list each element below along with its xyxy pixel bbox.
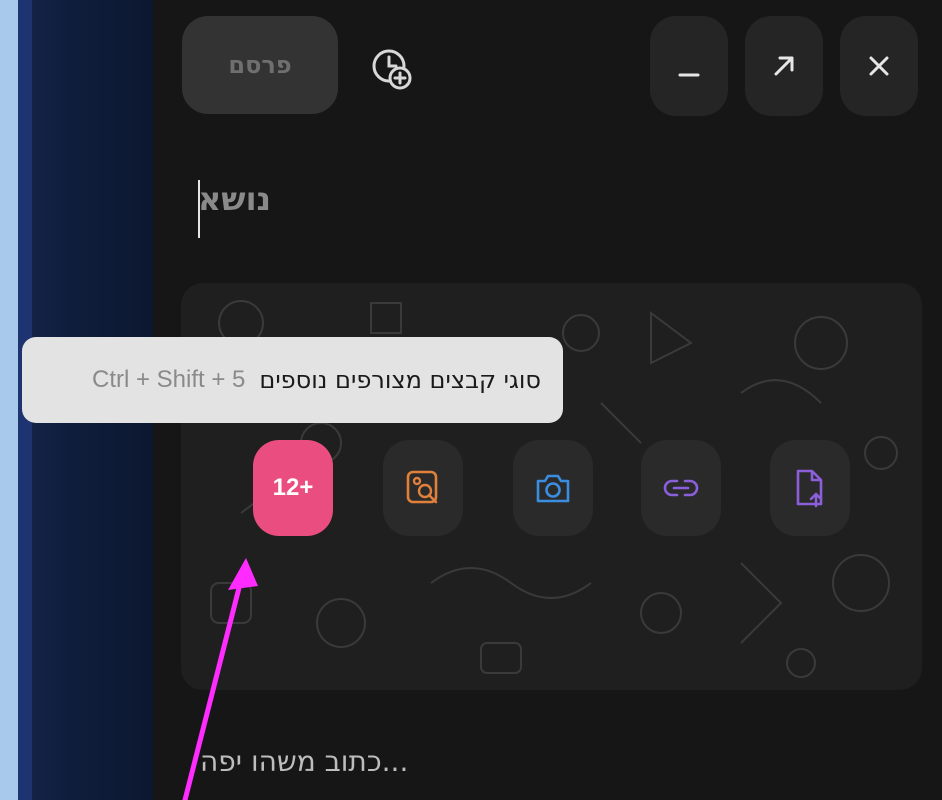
gallery-button[interactable] bbox=[383, 440, 463, 536]
link-icon bbox=[663, 479, 699, 497]
close-button[interactable] bbox=[840, 16, 918, 116]
publish-button[interactable]: פרסם bbox=[182, 16, 338, 114]
text-caret bbox=[198, 180, 200, 238]
tooltip: Ctrl + Shift + 5 סוגי קבצים מצורפים נוספ… bbox=[22, 337, 563, 423]
more-types-button[interactable]: 12+ bbox=[253, 440, 333, 536]
minimize-button[interactable] bbox=[650, 16, 728, 116]
camera-icon bbox=[536, 474, 570, 503]
close-icon bbox=[869, 56, 889, 76]
subject-input[interactable]: נושא bbox=[198, 180, 498, 240]
tooltip-shortcut: Ctrl + Shift + 5 bbox=[91, 366, 246, 393]
tooltip-text: סוגי קבצים מצורפים נוספים bbox=[259, 366, 541, 394]
expand-button[interactable] bbox=[745, 16, 823, 116]
link-button[interactable] bbox=[641, 440, 721, 536]
clock-plus-icon[interactable] bbox=[370, 46, 412, 90]
body-input[interactable]: ...כתוב משהו יפה bbox=[200, 745, 600, 795]
minimize-icon bbox=[678, 73, 700, 77]
file-upload-button[interactable] bbox=[770, 440, 850, 536]
image-search-icon bbox=[406, 470, 438, 504]
file-upload-icon bbox=[796, 469, 823, 508]
expand-arrow-icon bbox=[774, 56, 794, 76]
camera-button[interactable] bbox=[513, 440, 593, 536]
